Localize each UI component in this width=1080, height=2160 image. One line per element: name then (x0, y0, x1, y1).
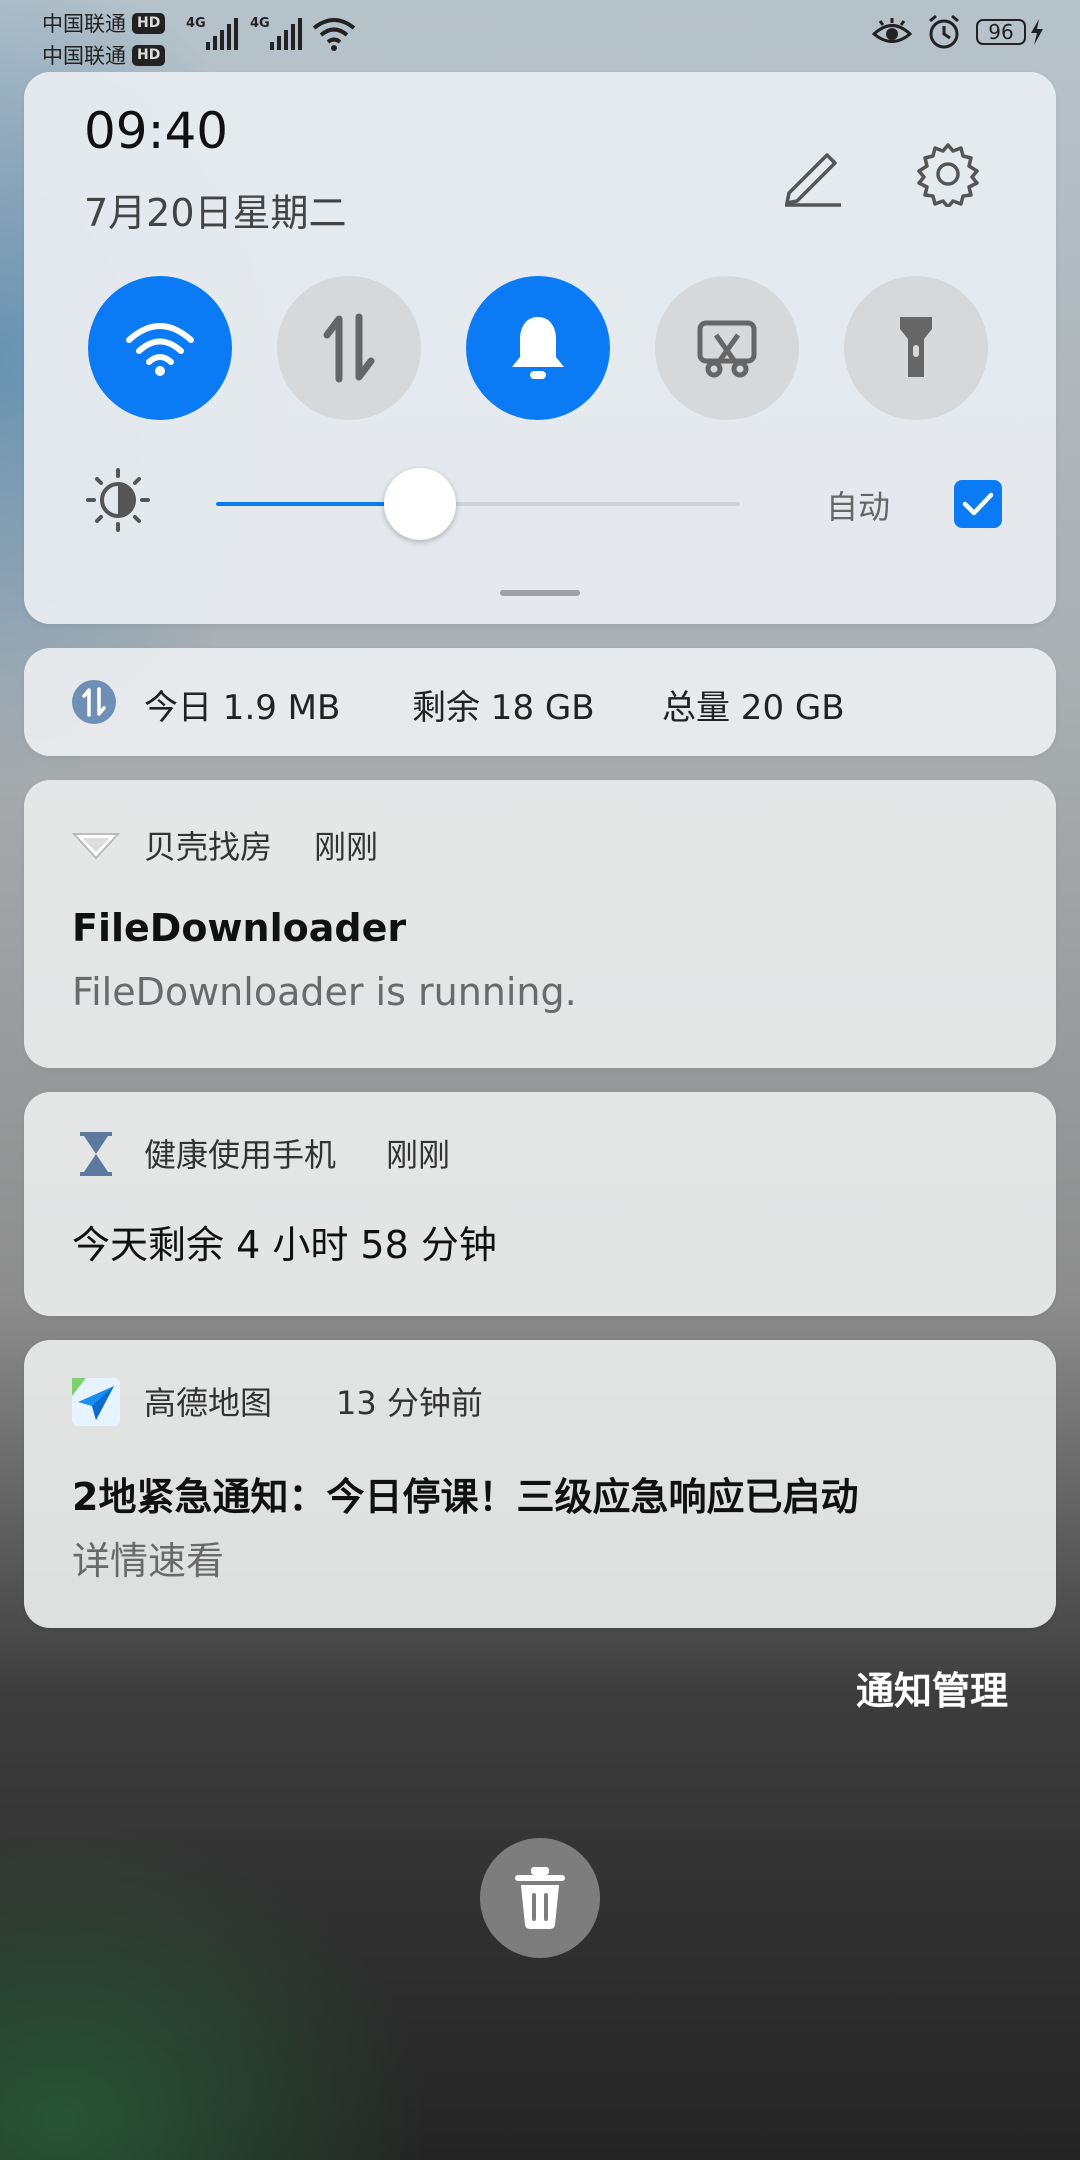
notification-title: 今天剩余 4 小时 58 分钟 (72, 1223, 497, 1267)
notification-card[interactable]: 贝壳找房 刚刚 FileDownloader FileDownloader is… (24, 780, 1056, 1068)
notification-card[interactable]: 高德地图 13 分钟前 2地紧急通知：今日停课！三级应急响应已启动 详情速看 (24, 1340, 1056, 1628)
notification-app-name: 贝壳找房 (144, 828, 273, 866)
notification-management-button[interactable]: 通知管理 (856, 1660, 1008, 1715)
net-type-2: 4G (250, 16, 270, 31)
auto-brightness-label: 自动 (826, 488, 891, 526)
notification-body: 详情速看 (72, 1539, 225, 1583)
brightness-icon (86, 468, 150, 536)
wifi-status-icon (312, 16, 356, 56)
notification-body: FileDownloader is running. (72, 970, 577, 1014)
panel-drag-handle[interactable] (500, 590, 580, 596)
quick-settings-panel: 09:40 7月20日星期二 自动 (24, 72, 1056, 624)
notification-time: 刚刚 (386, 1136, 451, 1174)
hd-badge-1: HD (132, 12, 166, 34)
tile-wifi[interactable] (88, 276, 232, 420)
check-icon (962, 492, 994, 516)
amap-app-icon (72, 1378, 120, 1426)
notification-time: 13 分钟前 (336, 1384, 483, 1422)
hourglass-icon (72, 1130, 120, 1178)
clear-all-button[interactable] (480, 1838, 600, 1958)
notification-time: 刚刚 (314, 828, 379, 866)
alarm-icon (929, 14, 959, 49)
brightness-slider[interactable] (216, 468, 740, 540)
charging-icon (1031, 19, 1043, 45)
carrier-1-label: 中国联通 (42, 12, 126, 36)
battery-indicator: 96 (976, 19, 1044, 45)
beike-app-icon (72, 822, 120, 870)
brightness-slider-thumb[interactable] (384, 468, 457, 540)
carrier-1: 中国联通 HD (42, 8, 166, 38)
trash-icon (515, 1867, 565, 1929)
net-type-1: 4G (186, 16, 206, 31)
settings-icon[interactable] (908, 134, 988, 214)
tile-flashlight[interactable] (844, 276, 988, 420)
notification-title: 2地紧急通知：今日停课！三级应急响应已启动 (72, 1475, 859, 1519)
tile-screenshot[interactable] (655, 276, 799, 420)
tile-sound[interactable] (466, 276, 610, 420)
status-bar: 中国联通 HD 中国联通 HD 4G 4G 96 (0, 0, 1080, 70)
auto-brightness-checkbox[interactable] (954, 480, 1002, 528)
data-total: 总量 20 GB (662, 688, 845, 728)
wifi-icon (126, 323, 194, 376)
signal-icon-1: 4G (186, 16, 242, 56)
clock-date[interactable]: 7月20日星期二 (84, 182, 347, 237)
notification-title: FileDownloader (72, 906, 407, 950)
notification-app-name: 高德地图 (144, 1384, 273, 1422)
hd-badge-2: HD (132, 44, 166, 66)
notification-card[interactable]: 健康使用手机 刚刚 今天剩余 4 小时 58 分钟 (24, 1092, 1056, 1316)
data-usage-card[interactable]: 今日 1.9 MB 剩余 18 GB 总量 20 GB (24, 648, 1056, 756)
tile-mobile-data[interactable] (277, 276, 421, 420)
edit-icon[interactable] (772, 134, 852, 214)
clock-time[interactable]: 09:40 (84, 102, 228, 160)
data-usage-icon (72, 680, 116, 724)
signal-icon-2: 4G (250, 16, 306, 56)
bell-icon (512, 317, 564, 379)
notification-app-name: 健康使用手机 (144, 1136, 337, 1174)
data-today: 今日 1.9 MB (144, 688, 341, 728)
flashlight-icon (900, 317, 932, 377)
data-remaining: 剩余 18 GB (412, 688, 595, 728)
eye-comfort-icon (872, 18, 912, 43)
screenshot-icon (697, 320, 757, 378)
mobile-data-icon (323, 313, 375, 383)
carrier-2-label: 中国联通 (42, 44, 126, 68)
battery-level: 96 (976, 19, 1026, 45)
status-right: 96 (872, 14, 1044, 50)
carrier-2: 中国联通 HD (42, 40, 166, 70)
